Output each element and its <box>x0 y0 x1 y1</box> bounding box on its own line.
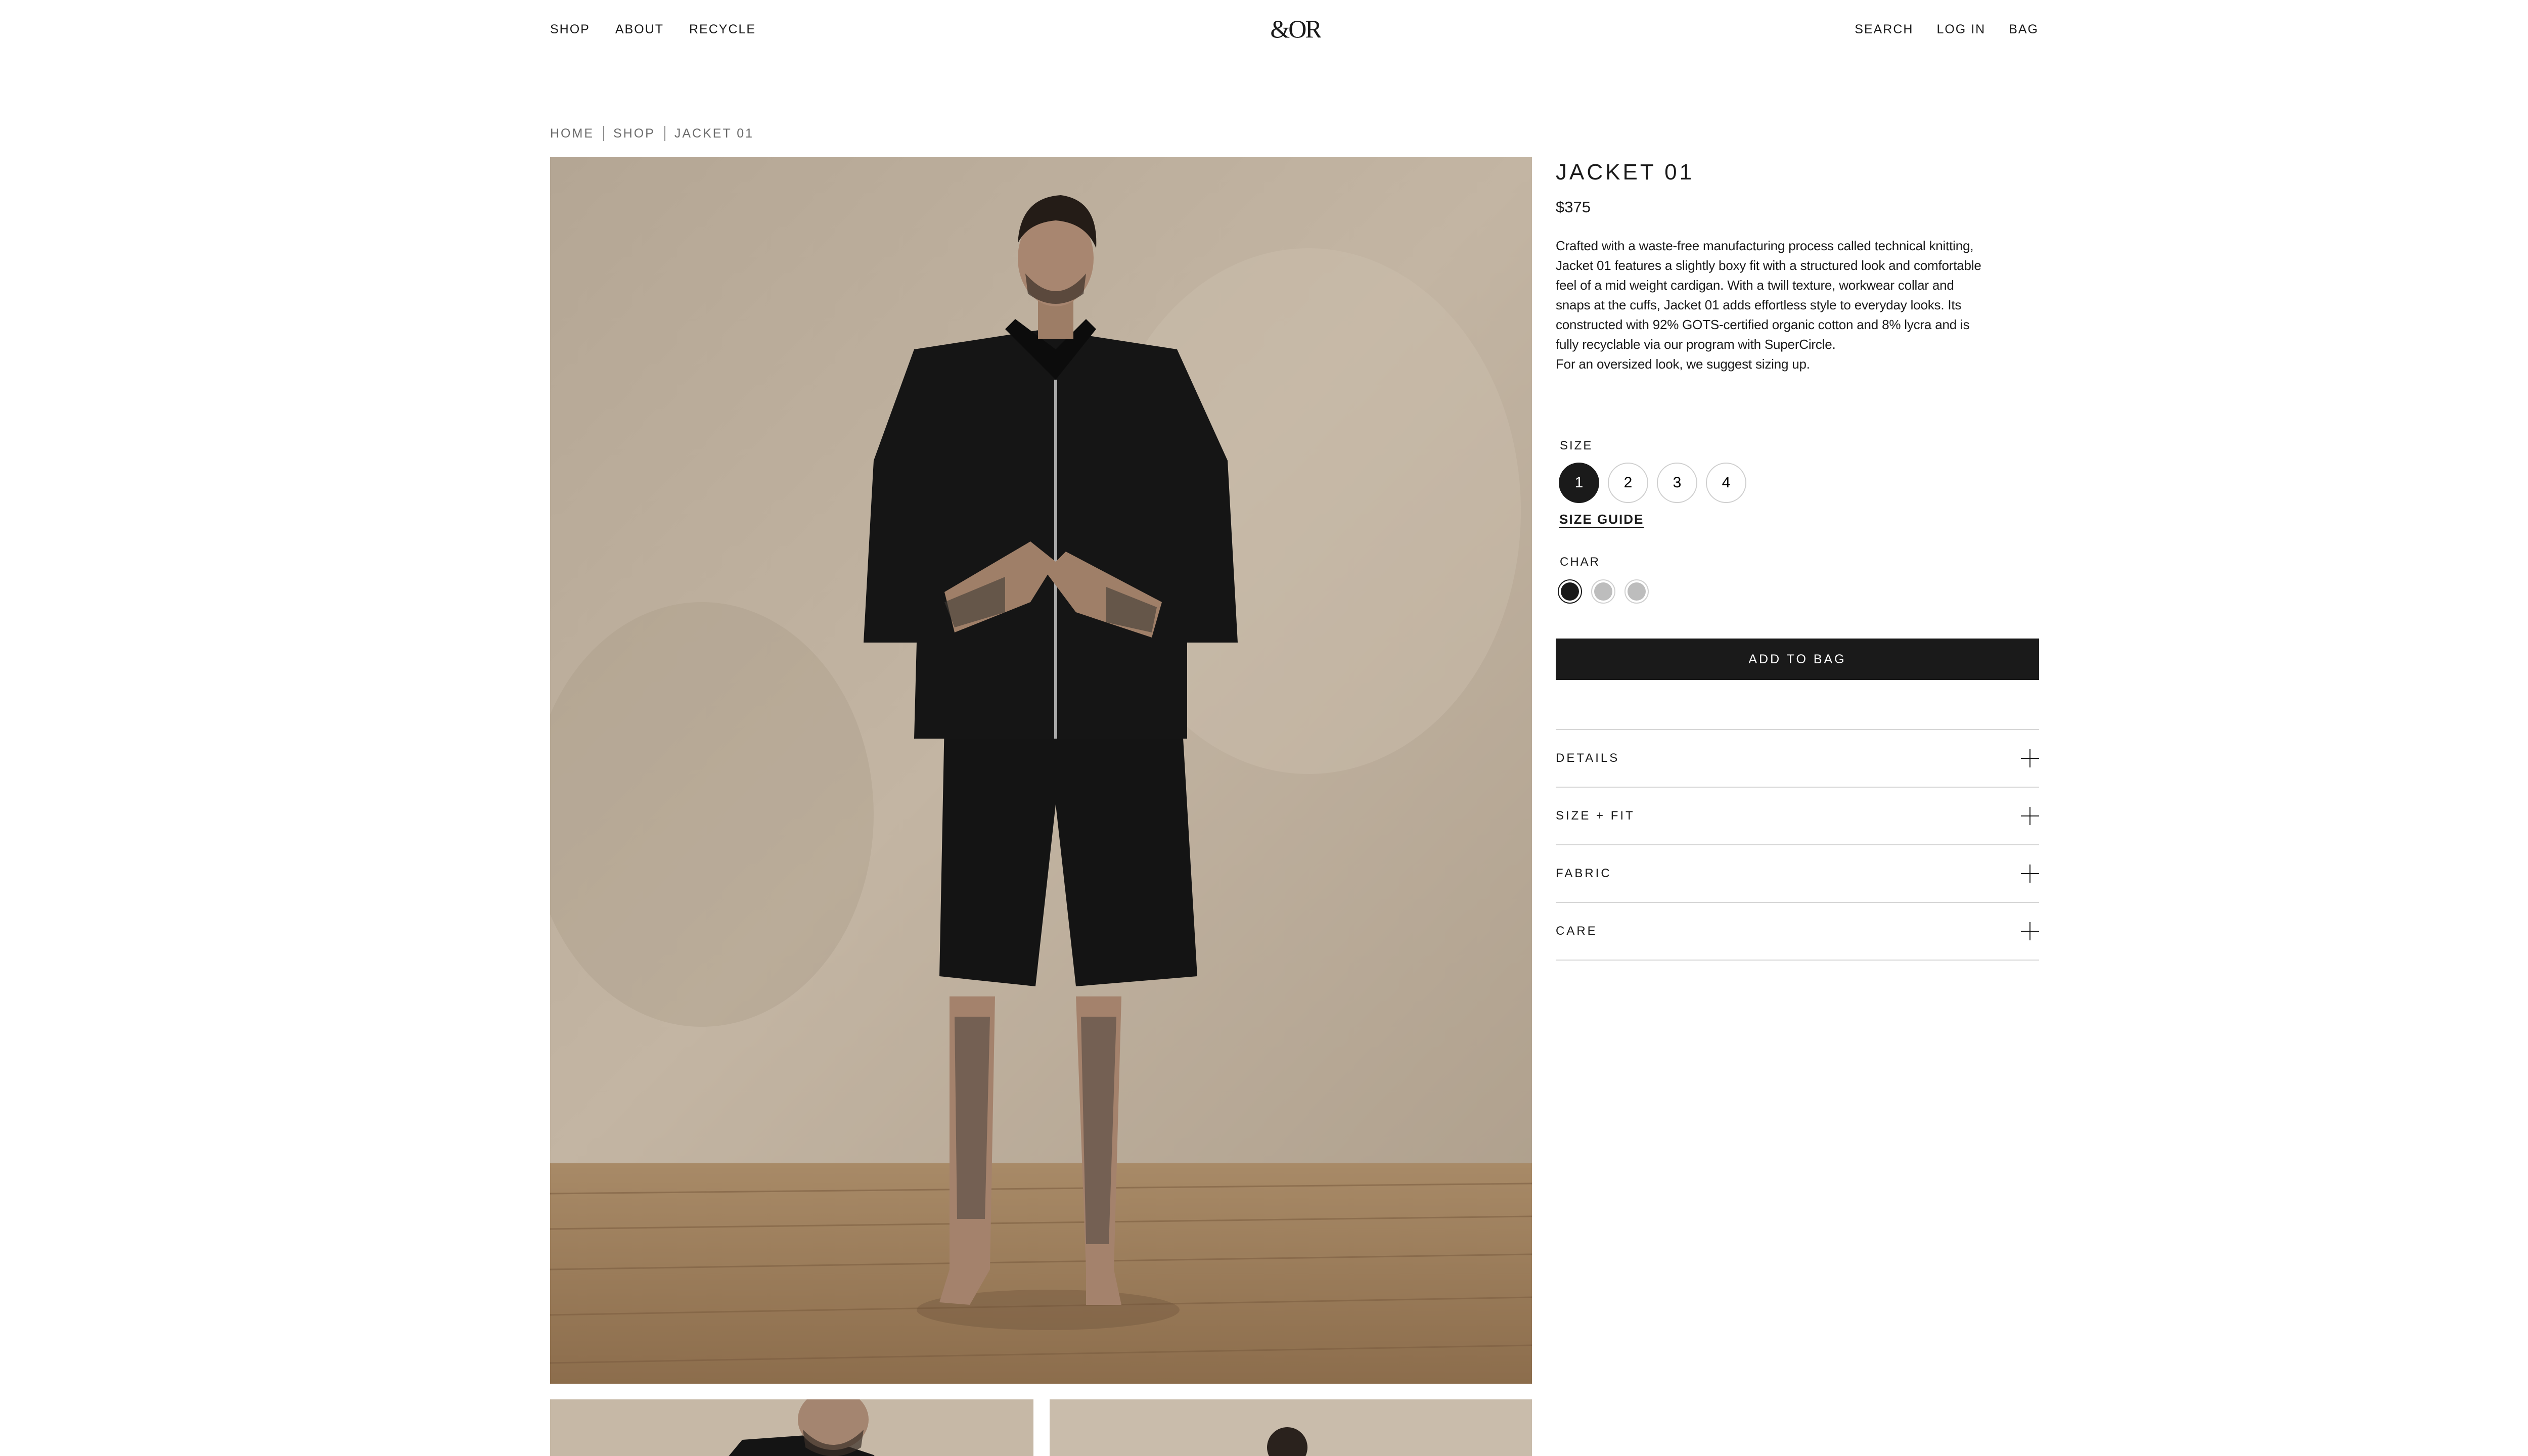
product-title: JACKET 01 <box>1556 160 1695 185</box>
bag-link[interactable]: BAG <box>2009 22 2039 37</box>
primary-nav: SHOP ABOUT RECYCLE <box>550 22 756 37</box>
description-line: For an oversized look, we suggest sizing… <box>1556 356 1810 372</box>
description-line: feel of a mid weight cardigan. With a tw… <box>1556 278 1954 293</box>
login-link[interactable]: LOG IN <box>1936 22 1985 37</box>
size-option-3[interactable]: 3 <box>1657 463 1697 503</box>
accordion-label: FABRIC <box>1556 867 1612 880</box>
accordion-label: DETAILS <box>1556 751 1620 765</box>
search-link[interactable]: SEARCH <box>1855 22 1913 37</box>
brand-logo[interactable]: &OR <box>1270 13 1321 43</box>
color-selector <box>1558 579 2039 604</box>
size-option-1[interactable]: 1 <box>1559 463 1599 503</box>
product-price: $375 <box>1556 198 1591 216</box>
product-info-panel: JACKET 01 $375 Crafted with a waste-free… <box>1556 157 2039 961</box>
size-selector: 1 2 3 4 <box>1559 463 2039 503</box>
plus-icon <box>2021 864 2039 883</box>
breadcrumb-current: JACKET 01 <box>674 126 754 141</box>
size-guide-link[interactable]: SIZE GUIDE <box>1559 512 1644 527</box>
description-line: Crafted with a waste-free manufacturing … <box>1556 238 1974 253</box>
breadcrumb-separator <box>603 126 604 141</box>
breadcrumb-separator <box>664 126 665 141</box>
color-swatch-light-grey[interactable] <box>1624 579 1649 604</box>
product-thumbnail[interactable] <box>550 1399 1033 1456</box>
svg-text:&OR: &OR <box>1270 15 1321 43</box>
plus-icon <box>2021 749 2039 767</box>
description-line: snaps at the cuffs, Jacket 01 adds effor… <box>1556 297 1962 312</box>
nav-shop-link[interactable]: SHOP <box>550 22 590 37</box>
plus-icon <box>2021 807 2039 825</box>
nav-recycle-link[interactable]: RECYCLE <box>689 22 756 37</box>
product-accordion: DETAILS SIZE + FIT FABRIC CARE <box>1556 729 2039 961</box>
breadcrumb-shop[interactable]: SHOP <box>613 126 655 141</box>
color-swatch-char[interactable] <box>1558 579 1582 604</box>
accordion-fabric[interactable]: FABRIC <box>1556 845 2039 903</box>
product-description: Crafted with a waste-free manufacturing … <box>1556 236 2039 374</box>
accordion-label: SIZE + FIT <box>1556 809 1635 823</box>
swatch-fill <box>1594 582 1612 601</box>
swatch-fill <box>1561 582 1579 601</box>
add-to-bag-button[interactable]: ADD TO BAG <box>1556 639 2039 680</box>
nav-about-link[interactable]: ABOUT <box>615 22 664 37</box>
size-label: SIZE <box>1560 439 1593 452</box>
product-thumbnail[interactable] <box>1050 1399 1532 1456</box>
accordion-label: CARE <box>1556 924 1598 938</box>
utility-nav: SEARCH LOG IN BAG <box>1855 22 2039 37</box>
description-line: Jacket 01 features a slightly boxy fit w… <box>1556 258 1981 273</box>
breadcrumb: HOME SHOP JACKET 01 <box>550 126 754 141</box>
thumbnail-photo <box>550 1399 1033 1456</box>
accordion-details[interactable]: DETAILS <box>1556 730 2039 788</box>
color-label: CHAR <box>1560 555 1601 569</box>
model-photo <box>550 157 1532 1384</box>
swatch-fill <box>1628 582 1646 601</box>
accordion-size-fit[interactable]: SIZE + FIT <box>1556 788 2039 845</box>
breadcrumb-home[interactable]: HOME <box>550 126 594 141</box>
color-swatch-grey[interactable] <box>1591 579 1615 604</box>
accordion-care[interactable]: CARE <box>1556 903 2039 961</box>
plus-icon <box>2021 922 2039 940</box>
description-line: fully recyclable via our program with Su… <box>1556 337 1836 352</box>
size-option-2[interactable]: 2 <box>1608 463 1648 503</box>
product-main-image[interactable] <box>550 157 1532 1384</box>
size-option-4[interactable]: 4 <box>1706 463 1746 503</box>
thumbnail-photo <box>1050 1399 1532 1456</box>
description-line: constructed with 92% GOTS-certified orga… <box>1556 317 1970 332</box>
